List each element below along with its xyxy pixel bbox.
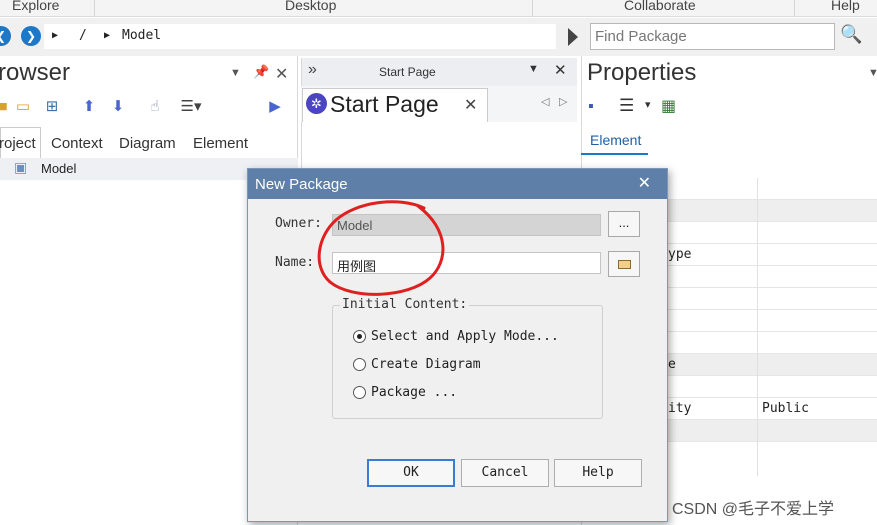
red-annotation-circle (317, 200, 445, 296)
watermark-text: CSDN @毛子不爱上学 (672, 501, 835, 518)
